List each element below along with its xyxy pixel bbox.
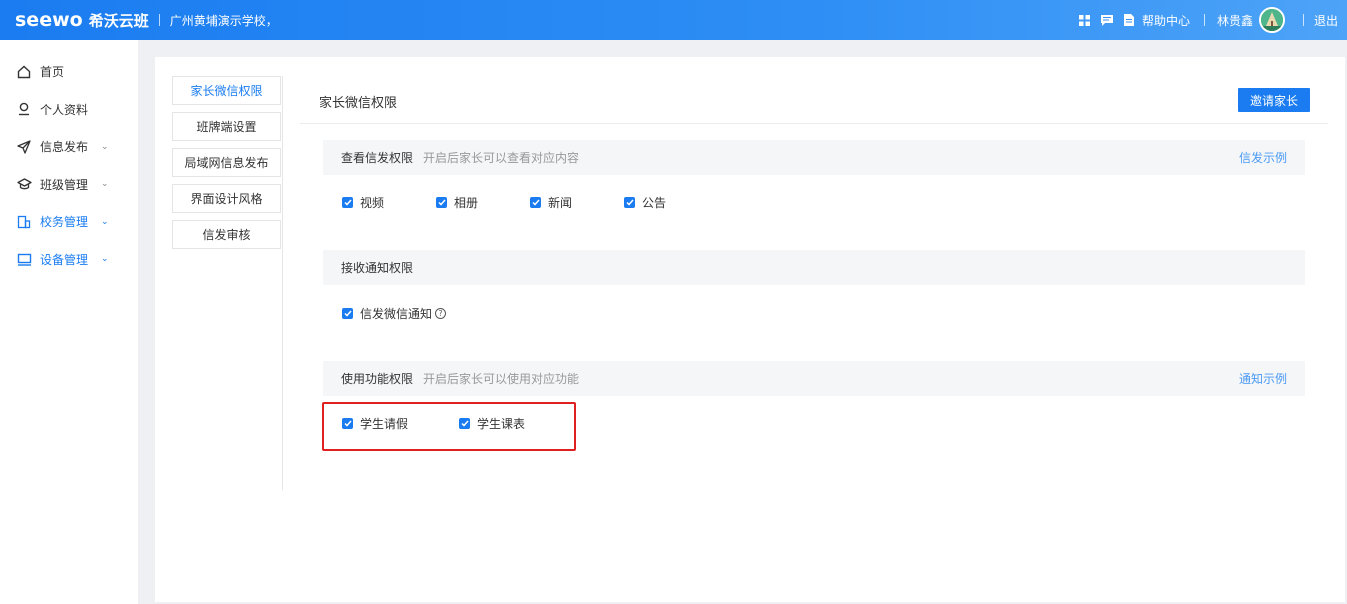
- sidebar-item-home[interactable]: 首页: [0, 53, 138, 91]
- checkbox-checked[interactable]: [530, 196, 542, 208]
- header-actions: 帮助中心 林贵鑫 退出: [1072, 0, 1347, 40]
- section-receive-notice-permission: 接收通知权限 信发微信通知 ?: [323, 250, 1305, 341]
- option-wechat-notice[interactable]: 信发微信通知 ?: [342, 305, 447, 322]
- chevron-down-icon: ⌄: [101, 179, 109, 190]
- option-label: 信发微信通知: [360, 306, 433, 321]
- section-title: 接收通知权限: [341, 261, 414, 275]
- section-header: 查看信发权限 开启后家长可以查看对应内容 信发示例: [323, 140, 1305, 175]
- page-title: 家长微信权限: [319, 96, 398, 111]
- checkbox-checked[interactable]: [459, 417, 471, 429]
- chevron-down-icon: ⌄: [101, 141, 109, 152]
- section-use-function-permission: 使用功能权限 开启后家长可以使用对应功能 通知示例 学生请假 学生课表: [323, 361, 1305, 450]
- home-icon: [16, 64, 32, 80]
- sidebar-item-label: 个人资料: [40, 102, 89, 117]
- option-notice[interactable]: 公告: [624, 194, 666, 211]
- publish-example-link[interactable]: 信发示例: [1239, 149, 1287, 166]
- user-icon: [16, 101, 32, 117]
- sidebar-item-profile[interactable]: 个人资料: [0, 91, 138, 129]
- school-affairs-icon: [16, 214, 32, 230]
- options-row: 学生请假 学生课表: [323, 396, 1305, 450]
- settings-subnav: 家长微信权限 班牌端设置 局域网信息发布 界面设计风格 信发审核: [172, 76, 283, 256]
- checkbox-checked[interactable]: [342, 196, 353, 208]
- send-icon: [16, 139, 32, 155]
- checkbox-checked[interactable]: [342, 417, 353, 429]
- sidebar: 首页 个人资料 信息发布 ⌄ 班级管理 ⌄ 校务管理 ⌄ 设备管理 ⌄: [0, 40, 138, 604]
- message-icon[interactable]: [1098, 0, 1116, 40]
- sidebar-item-device-management[interactable]: 设备管理 ⌄: [0, 241, 138, 279]
- section-view-publish-permission: 查看信发权限 开启后家长可以查看对应内容 信发示例 视频 相册 新闻 公告: [323, 140, 1305, 229]
- header-divider: [1302, 14, 1304, 26]
- section-description: 开启后家长可以使用对应功能: [423, 372, 580, 386]
- top-header: seewo 希沃云班 广州黄埔演示学校， 帮助中心 林贵鑫 退出: [0, 0, 1347, 40]
- checkbox-checked[interactable]: [436, 196, 448, 208]
- option-video[interactable]: 视频: [342, 194, 384, 211]
- options-row: 信发微信通知 ?: [323, 285, 1305, 341]
- graduation-cap-icon: [16, 176, 32, 192]
- school-name: 广州黄埔演示学校，: [169, 13, 278, 28]
- apps-grid-icon[interactable]: [1076, 0, 1094, 40]
- sidebar-item-class-management[interactable]: 班级管理 ⌄: [0, 166, 138, 204]
- help-center-link[interactable]: 帮助中心: [1142, 12, 1190, 29]
- section-header: 使用功能权限 开启后家长可以使用对应功能 通知示例: [323, 361, 1305, 396]
- section-title: 查看信发权限: [341, 151, 414, 165]
- sidebar-item-label: 信息发布: [40, 140, 89, 155]
- sidebar-item-school-affairs[interactable]: 校务管理 ⌄: [0, 203, 138, 241]
- notice-example-link[interactable]: 通知示例: [1239, 370, 1287, 387]
- option-news[interactable]: 新闻: [530, 194, 572, 211]
- subnav-item-parent-wechat-permission[interactable]: 家长微信权限: [172, 76, 281, 105]
- logout-link[interactable]: 退出: [1314, 12, 1338, 29]
- option-label: 相册: [454, 195, 479, 210]
- monitor-icon: [16, 251, 32, 267]
- checkbox-checked[interactable]: [624, 196, 636, 208]
- chevron-down-icon: ⌄: [101, 216, 109, 227]
- sidebar-item-label: 首页: [40, 65, 65, 80]
- sidebar-item-label: 校务管理: [40, 215, 89, 230]
- header-divider: [1203, 14, 1205, 26]
- checkbox-checked[interactable]: [342, 307, 353, 319]
- brand-name-en: seewo: [15, 9, 83, 31]
- option-album[interactable]: 相册: [436, 194, 478, 211]
- header-divider: [158, 14, 160, 26]
- subnav-item-ui-style[interactable]: 界面设计风格: [172, 184, 281, 213]
- sidebar-item-info-publish[interactable]: 信息发布 ⌄: [0, 128, 138, 166]
- sidebar-item-label: 设备管理: [40, 252, 89, 267]
- option-label: 新闻: [548, 195, 573, 210]
- permission-content: 家长微信权限 邀请家长: [300, 76, 1328, 124]
- content-header: 家长微信权限 邀请家长: [300, 76, 1328, 124]
- section-header: 接收通知权限: [323, 250, 1305, 285]
- option-label: 视频: [360, 195, 385, 210]
- option-student-leave[interactable]: 学生请假: [342, 415, 408, 432]
- section-description: 开启后家长可以查看对应内容: [423, 151, 580, 165]
- main-card: 家长微信权限 班牌端设置 局域网信息发布 界面设计风格 信发审核 家长微信权限 …: [155, 57, 1345, 602]
- user-name[interactable]: 林贵鑫: [1217, 12, 1253, 29]
- subnav-item-publish-review[interactable]: 信发审核: [172, 220, 281, 249]
- help-question-icon[interactable]: ?: [435, 307, 447, 319]
- subnav-item-lan-info-publish[interactable]: 局域网信息发布: [172, 148, 281, 177]
- brand-logo[interactable]: seewo 希沃云班: [15, 0, 149, 40]
- option-label: 学生课表: [477, 416, 526, 431]
- document-icon[interactable]: [1120, 0, 1138, 40]
- chevron-down-icon: ⌄: [101, 254, 109, 265]
- option-label: 公告: [642, 195, 667, 210]
- brand-name-cn: 希沃云班: [88, 11, 149, 30]
- option-student-timetable[interactable]: 学生课表: [459, 415, 525, 432]
- invite-parent-button[interactable]: 邀请家长: [1238, 88, 1310, 112]
- options-row: 视频 相册 新闻 公告: [323, 175, 1305, 229]
- subnav-divider: [282, 76, 283, 490]
- section-title: 使用功能权限: [341, 372, 414, 386]
- option-label: 学生请假: [360, 416, 409, 431]
- sidebar-item-label: 班级管理: [40, 177, 89, 192]
- avatar[interactable]: [1258, 7, 1285, 33]
- subnav-item-class-board-settings[interactable]: 班牌端设置: [172, 112, 281, 141]
